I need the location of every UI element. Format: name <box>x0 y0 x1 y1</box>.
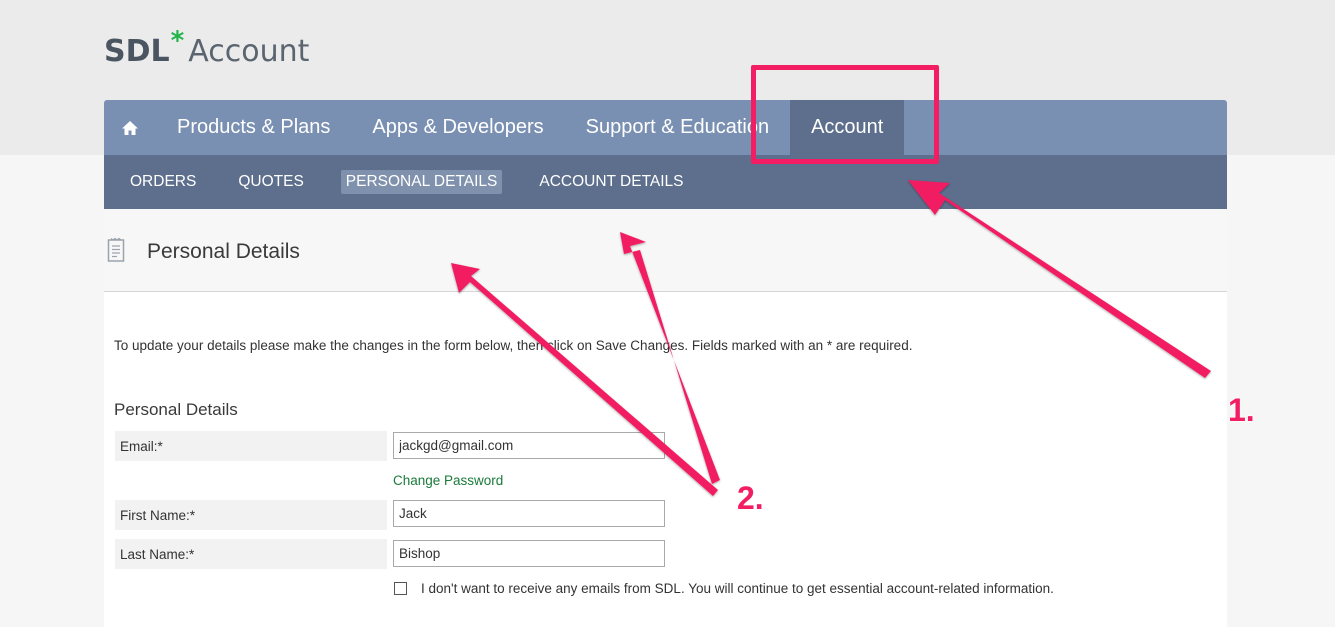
main-nav: Products & Plans Apps & Developers Suppo… <box>104 100 1227 155</box>
main-content: Personal Details To update your details … <box>104 209 1227 627</box>
page-title: Personal Details <box>147 240 300 263</box>
nav-apps-developers[interactable]: Apps & Developers <box>351 100 564 155</box>
first-name-field[interactable] <box>393 500 665 527</box>
callout-number-1: 1. <box>1228 392 1255 428</box>
email-label: Email:* <box>115 431 387 461</box>
last-name-field[interactable] <box>393 540 665 567</box>
nav-products-plans[interactable]: Products & Plans <box>156 100 351 155</box>
first-name-label: First Name:* <box>115 500 387 530</box>
account-highlight-box <box>751 65 939 164</box>
subnav-quotes[interactable]: QUOTES <box>233 170 308 194</box>
change-password-link[interactable]: Change Password <box>393 473 503 488</box>
sub-nav: ORDERS QUOTES PERSONAL DETAILS ACCOUNT D… <box>104 155 1227 209</box>
subnav-account-details[interactable]: ACCOUNT DETAILS <box>534 170 688 194</box>
email-field[interactable] <box>393 432 665 459</box>
subnav-personal-details[interactable]: PERSONAL DETAILS <box>340 170 503 194</box>
logo-product: Account <box>188 34 310 69</box>
page-header: Personal Details <box>104 209 1227 292</box>
subnav-orders[interactable]: ORDERS <box>125 170 201 194</box>
email-opt-out-label: I don't want to receive any emails from … <box>421 581 1054 596</box>
email-opt-out-checkbox[interactable] <box>394 582 407 595</box>
logo-star-icon: * <box>170 26 185 56</box>
last-name-label: Last Name:* <box>115 539 387 569</box>
document-icon <box>107 237 125 262</box>
home-icon <box>122 120 138 135</box>
sdl-account-logo[interactable]: SDL * Account <box>104 26 310 74</box>
intro-text: To update your details please make the c… <box>114 338 913 353</box>
nav-home[interactable] <box>104 100 156 155</box>
logo-brand: SDL <box>104 34 170 69</box>
section-title: Personal Details <box>114 400 238 419</box>
callout-number-2: 2. <box>737 480 764 516</box>
